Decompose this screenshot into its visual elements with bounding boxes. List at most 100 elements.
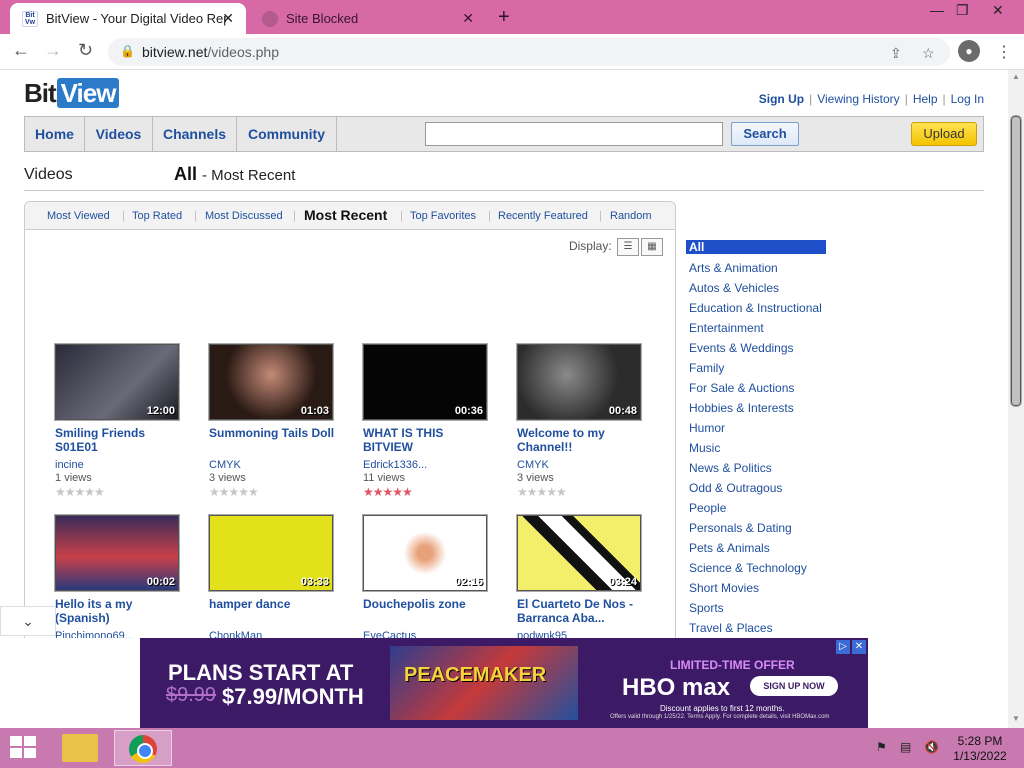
video-thumbnail[interactable]: 00:36 [362, 343, 488, 421]
log-in-link[interactable]: Log In [951, 92, 984, 106]
video-item[interactable]: 12:00 Smiling Friends S01E01 incine 1 vi… [54, 343, 185, 499]
category-item[interactable]: Short Movies [686, 578, 846, 598]
sign-up-link[interactable]: Sign Up [759, 92, 804, 106]
page-scrollbar[interactable]: ▲ ▼ [1008, 70, 1024, 728]
grid-view-icon[interactable]: ▦ [641, 238, 663, 256]
tab-recently-featured[interactable]: Recently Featured [498, 210, 588, 222]
video-author[interactable]: Edrick1336... [363, 459, 493, 471]
volume-muted-icon[interactable]: 🔇 [924, 740, 939, 754]
video-author[interactable]: Pinchimono69... [55, 630, 185, 638]
video-item[interactable]: 00:48 Welcome to my Channel!! CMYK 3 vie… [516, 343, 647, 499]
collapse-ad-chevron-icon[interactable]: ⌄ [0, 606, 56, 636]
category-item[interactable]: News & Politics [686, 458, 846, 478]
back-arrow-icon[interactable]: ← [12, 40, 30, 61]
category-item[interactable]: Personals & Dating [686, 518, 846, 538]
list-view-icon[interactable]: ☰ [617, 238, 639, 256]
action-center-flag-icon[interactable]: ⚑ [876, 740, 887, 754]
ad-choices-icon[interactable]: ▷ [836, 640, 850, 654]
search-input[interactable] [425, 122, 723, 146]
close-tab-icon[interactable]: ✕ [462, 10, 474, 27]
tab-most-recent[interactable]: Most Recent [304, 207, 387, 223]
bookmark-star-icon[interactable]: ☆ [922, 45, 935, 62]
nav-videos[interactable]: Videos [85, 117, 153, 151]
tab-site-blocked[interactable]: Site Blocked ✕ [250, 3, 486, 34]
category-item[interactable]: Travel & Places [686, 618, 846, 638]
video-author[interactable]: CMYK [517, 459, 647, 471]
tab-top-favorites[interactable]: Top Favorites [410, 210, 476, 222]
address-bar[interactable]: 🔒 bitview.net/videos.php ⇪ ☆ [108, 38, 950, 66]
video-item[interactable]: 00:02 Hello its a my (Spanish) Pinchimon… [54, 514, 185, 638]
share-icon[interactable]: ⇪ [890, 45, 902, 62]
video-title[interactable]: El Cuarteto De Nos - Barranca Aba... [517, 597, 647, 625]
ad-close-icon[interactable]: ✕ [852, 640, 866, 654]
video-item[interactable]: 03:24 El Cuarteto De Nos - Barranca Aba.… [516, 514, 647, 638]
video-title[interactable]: Smiling Friends S01E01 [55, 426, 185, 454]
file-explorer-icon[interactable] [62, 734, 98, 762]
category-item[interactable]: People [686, 498, 846, 518]
category-item[interactable]: Science & Technology [686, 558, 846, 578]
category-item[interactable]: Hobbies & Interests [686, 398, 846, 418]
restore-icon[interactable]: ❐ [956, 2, 969, 19]
category-item[interactable]: For Sale & Auctions [686, 378, 846, 398]
video-author[interactable]: EveCactus [363, 630, 493, 638]
upload-button[interactable]: Upload [911, 122, 977, 146]
video-thumbnail[interactable]: 03:33 [208, 514, 334, 592]
tab-most-discussed[interactable]: Most Discussed [205, 210, 283, 222]
video-thumbnail[interactable]: 01:03 [208, 343, 334, 421]
category-item[interactable]: Education & Instructional [686, 298, 846, 318]
scrollbar-thumb[interactable] [1010, 115, 1022, 407]
forward-arrow-icon[interactable]: → [44, 40, 62, 61]
video-title[interactable]: Welcome to my Channel!! [517, 426, 647, 454]
video-title[interactable]: Douchepolis zone [363, 597, 493, 625]
video-title[interactable]: Summoning Tails Doll [209, 426, 339, 454]
nav-community[interactable]: Community [237, 117, 337, 151]
hbo-max-ad-banner[interactable]: PLANS START AT $9.99 $7.99/MONTH PEACEMA… [140, 638, 868, 728]
search-button[interactable]: Search [731, 122, 799, 146]
category-item[interactable]: Sports [686, 598, 846, 618]
category-item[interactable]: Arts & Animation [686, 258, 846, 278]
tab-random[interactable]: Random [610, 210, 652, 222]
viewing-history-link[interactable]: Viewing History [817, 92, 899, 106]
tab-most-viewed[interactable]: Most Viewed [47, 210, 110, 222]
video-title[interactable]: Hello its a my (Spanish) [55, 597, 185, 625]
close-tab-icon[interactable]: ✕ [222, 10, 234, 27]
tab-bitview[interactable]: BitVw BitView - Your Digital Video Repos… [10, 3, 246, 34]
scroll-down-icon[interactable]: ▼ [1012, 714, 1020, 723]
video-author[interactable]: incine [55, 459, 185, 471]
category-item[interactable]: Family [686, 358, 846, 378]
category-item[interactable]: Autos & Vehicles [686, 278, 846, 298]
video-thumbnail[interactable]: 00:48 [516, 343, 642, 421]
menu-kebab-icon[interactable]: ⋮ [996, 42, 1012, 62]
category-item[interactable]: Events & Weddings [686, 338, 846, 358]
minimize-icon[interactable]: — [930, 2, 944, 18]
category-item[interactable]: Humor [686, 418, 846, 438]
reload-icon[interactable]: ↻ [78, 40, 93, 61]
video-author[interactable]: podwnk95 [517, 630, 647, 638]
category-item[interactable]: Pets & Animals [686, 538, 846, 558]
category-item[interactable]: Music [686, 438, 846, 458]
chrome-taskbar-icon[interactable] [114, 730, 172, 766]
new-tab-plus-icon[interactable]: + [498, 6, 510, 29]
help-link[interactable]: Help [913, 92, 938, 106]
ad-signup-button[interactable]: SIGN UP NOW [750, 676, 838, 696]
video-thumbnail[interactable]: 03:24 [516, 514, 642, 592]
video-item[interactable]: 02:16 Douchepolis zone EveCactus 2 views… [362, 514, 493, 638]
video-item[interactable]: 01:03 Summoning Tails Doll CMYK 3 views … [208, 343, 339, 499]
video-item[interactable]: 03:33 hamper dance ChonkMan 3 views ★★★★… [208, 514, 339, 638]
system-clock[interactable]: 5:28 PM 1/13/2022 [948, 734, 1012, 764]
video-title[interactable]: WHAT IS THIS BITVIEW [363, 426, 493, 454]
video-thumbnail[interactable]: 12:00 [54, 343, 180, 421]
category-item[interactable]: Entertainment [686, 318, 846, 338]
video-item[interactable]: 00:36 WHAT IS THIS BITVIEW Edrick1336...… [362, 343, 493, 499]
network-icon[interactable]: ▤ [900, 740, 911, 754]
bitview-logo[interactable]: Bit View [24, 78, 120, 109]
tab-top-rated[interactable]: Top Rated [132, 210, 182, 222]
category-item[interactable]: Odd & Outragous [686, 478, 846, 498]
nav-home[interactable]: Home [25, 117, 85, 151]
video-thumbnail[interactable]: 00:02 [54, 514, 180, 592]
nav-channels[interactable]: Channels [153, 117, 237, 151]
close-window-icon[interactable]: ✕ [992, 2, 1004, 19]
windows-start-icon[interactable] [10, 736, 38, 760]
scroll-up-icon[interactable]: ▲ [1012, 72, 1020, 81]
video-thumbnail[interactable]: 02:16 [362, 514, 488, 592]
